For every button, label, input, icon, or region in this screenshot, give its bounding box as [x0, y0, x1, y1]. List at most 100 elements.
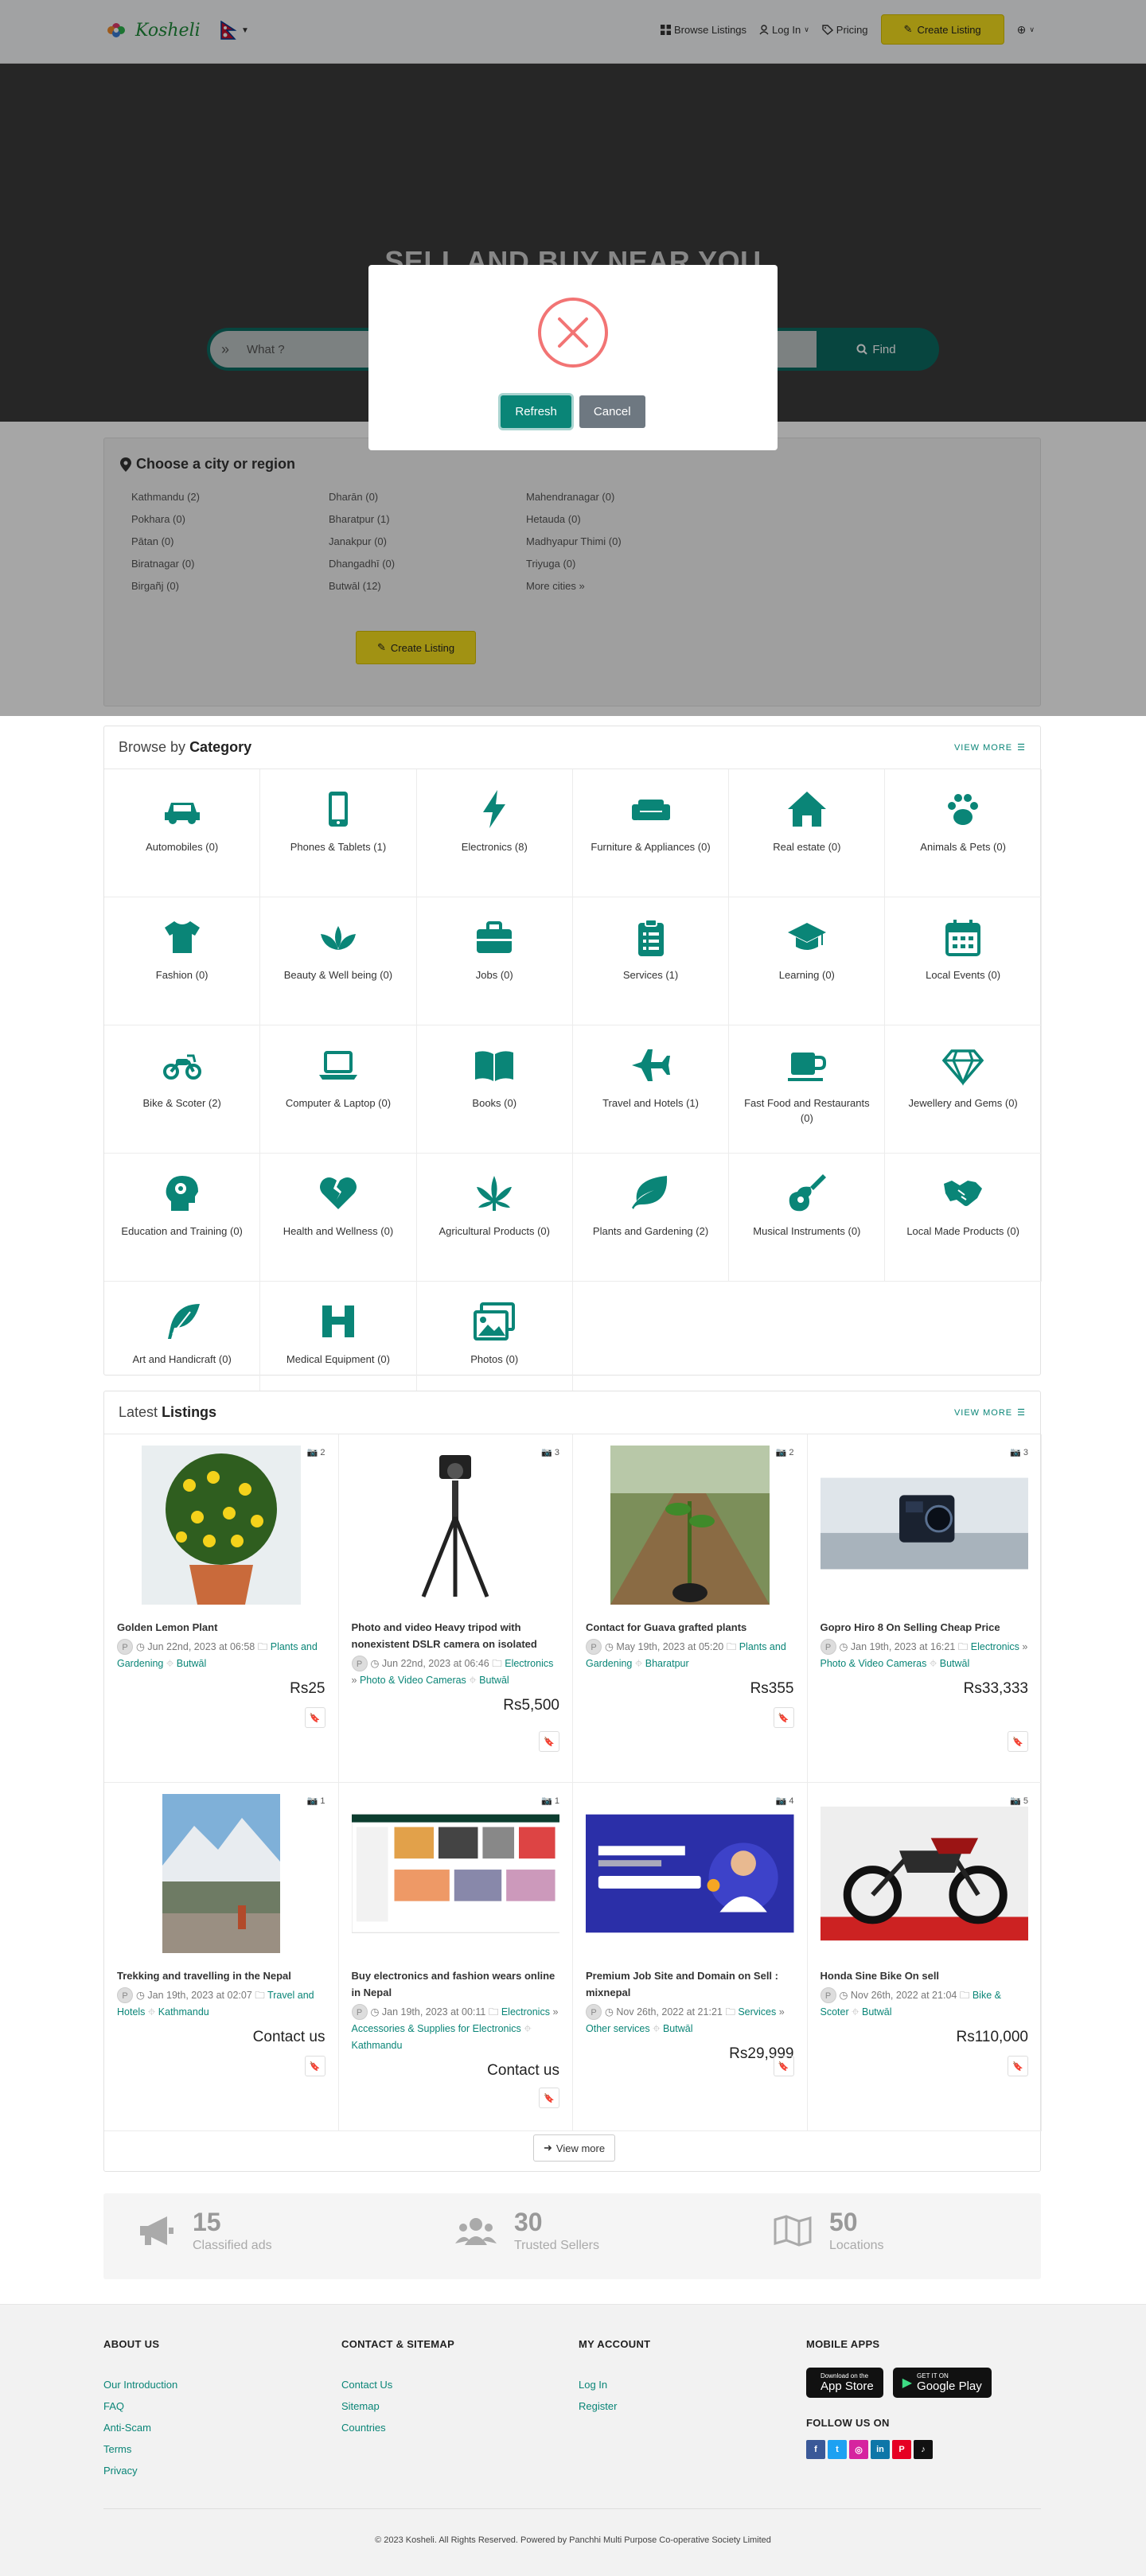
listing-subcategory-link[interactable]: Photo & Video Cameras — [360, 1675, 466, 1686]
listing-subcategory-link[interactable]: Accessories & Supplies for Electronics — [352, 2023, 521, 2034]
listing-title[interactable]: Golden Lemon Plant — [117, 1619, 325, 1636]
listing-image[interactable] — [352, 1446, 560, 1605]
listing-title[interactable]: Gopro Hiro 8 On Selling Cheap Price — [821, 1619, 1029, 1636]
footer-link[interactable]: FAQ — [103, 2395, 177, 2417]
listing-price: Rs5,500 — [503, 1697, 559, 1714]
category-tile[interactable]: Learning (0) — [729, 897, 886, 1025]
listing-category-link[interactable]: Electronics — [971, 1641, 1019, 1652]
cancel-button[interactable]: Cancel — [579, 395, 645, 428]
listings-view-more-link[interactable]: VIEW MORE ☰ — [954, 1407, 1026, 1418]
listing-image[interactable] — [351, 1794, 559, 1953]
listing-card[interactable]: 📷 2 Contact for Guava grafted plants P ◷ M… — [573, 1434, 808, 1783]
listing-image[interactable] — [586, 1446, 794, 1605]
category-view-more-link[interactable]: VIEW MORE ☰ — [954, 742, 1026, 753]
pinterest-icon[interactable]: P — [892, 2440, 911, 2459]
listing-location-link[interactable]: Kathmandu — [352, 2040, 403, 2051]
listing-location-link[interactable]: Bharatpur — [645, 1658, 689, 1669]
facebook-icon[interactable]: f — [806, 2440, 825, 2459]
listing-title[interactable]: Trekking and travelling in the Nepal — [117, 1967, 325, 1984]
listing-card[interactable]: 📷 1 Buy electronics and fashion wears onl… — [338, 1783, 573, 2131]
view-more-button[interactable]: ➜ View more — [533, 2134, 616, 2162]
listing-image[interactable] — [820, 1794, 1028, 1953]
category-tile[interactable]: Books (0) — [416, 1025, 573, 1154]
category-tile[interactable]: Electronics (8) — [416, 769, 573, 897]
listing-location-link[interactable]: Butwāl — [479, 1675, 509, 1686]
footer-link[interactable]: Sitemap — [341, 2395, 454, 2417]
listing-category-link[interactable]: Electronics — [501, 2006, 550, 2018]
listing-card[interactable]: 📷 3 Gopro Hiro 8 On Selling Cheap Price P… — [807, 1434, 1042, 1783]
listing-location-link[interactable]: Butwāl — [663, 2023, 693, 2034]
listing-location-link[interactable]: Butwāl — [940, 1658, 970, 1669]
category-tile[interactable]: Automobiles (0) — [104, 769, 261, 897]
category-tile[interactable]: Beauty & Well being (0) — [260, 897, 417, 1025]
google-play-badge[interactable]: ▶ GET IT ON Google Play — [892, 2368, 992, 2398]
category-tile[interactable]: Education and Training (0) — [104, 1154, 261, 1282]
listing-location-link[interactable]: Butwāl — [862, 2006, 892, 2018]
footer-link[interactable]: Terms — [103, 2438, 177, 2460]
listing-title[interactable]: Honda Sine Bike On sell — [821, 1967, 1029, 1984]
category-tile[interactable]: Jobs (0) — [416, 897, 573, 1025]
category-tile[interactable]: Musical Instruments (0) — [729, 1154, 886, 1282]
listing-title[interactable]: Buy electronics and fashion wears online… — [352, 1967, 560, 2001]
clock-icon: ◷ — [839, 1990, 848, 2001]
refresh-button[interactable]: Refresh — [501, 395, 571, 428]
bookmark-button[interactable]: 🔖 — [304, 2056, 325, 2076]
category-tile[interactable]: Local Events (0) — [885, 897, 1042, 1025]
footer-link[interactable]: Contact Us — [341, 2374, 454, 2395]
listing-category-link[interactable]: Electronics — [505, 1658, 553, 1669]
listing-card[interactable]: 📷 1 Trekking and travelling in the Nepal … — [104, 1783, 339, 2131]
footer-link[interactable]: Log In — [579, 2374, 650, 2395]
listing-subcategory-link[interactable]: Other services — [586, 2023, 650, 2034]
bookmark-button[interactable]: 🔖 — [1008, 2056, 1028, 2076]
listing-card[interactable]: 📷 3 Photo and video Heavy tripod with non… — [338, 1434, 573, 1783]
category-tile[interactable]: Animals & Pets (0) — [885, 769, 1042, 897]
listing-image[interactable] — [820, 1446, 1028, 1605]
listing-location-link[interactable]: Butwāl — [177, 1658, 207, 1669]
bookmark-button[interactable]: 🔖 — [539, 1731, 559, 1752]
listing-date: Jan 19th, 2023 at 02:07 — [147, 1990, 252, 2001]
listing-location-link[interactable]: Kathmandu — [158, 2006, 209, 2018]
bookmark-button[interactable]: 🔖 — [773, 2056, 794, 2076]
instagram-icon[interactable]: ◎ — [849, 2440, 868, 2459]
footer-link[interactable]: Privacy — [103, 2460, 177, 2481]
twitter-icon[interactable]: t — [828, 2440, 847, 2459]
listing-title[interactable]: Contact for Guava grafted plants — [586, 1619, 794, 1636]
listing-card[interactable]: 📷 2 Golden Lemon Plant P ◷ Jun 22nd, 2023 … — [104, 1434, 339, 1783]
listing-category-link[interactable]: Services — [738, 2006, 776, 2018]
listing-title[interactable]: Photo and video Heavy tripod with nonexi… — [352, 1619, 560, 1652]
listing-subcategory-link[interactable]: Photo & Video Cameras — [821, 1658, 927, 1669]
category-tile[interactable]: Real estate (0) — [729, 769, 886, 897]
listing-card[interactable]: 📷 5 Honda Sine Bike On sell P ◷ Nov 26th, … — [807, 1783, 1042, 2131]
bookmark-button[interactable]: 🔖 — [304, 1707, 325, 1728]
category-tile[interactable]: Plants and Gardening (2) — [572, 1154, 730, 1282]
cannabis-leaf-icon — [477, 1176, 513, 1211]
listing-image[interactable] — [117, 1794, 325, 1953]
category-tile[interactable]: Travel and Hotels (1) — [572, 1025, 730, 1154]
footer-link[interactable]: Our Introduction — [103, 2374, 177, 2395]
photo-count-badge: 📷 1 — [307, 1796, 325, 1807]
category-tile[interactable]: Local Made Products (0) — [885, 1154, 1042, 1282]
listing-title[interactable]: Premium Job Site and Domain on Sell : mi… — [586, 1967, 794, 2001]
footer-link[interactable]: Register — [579, 2395, 650, 2417]
listing-image[interactable] — [586, 1794, 794, 1953]
bookmark-button[interactable]: 🔖 — [773, 1707, 794, 1728]
listing-image[interactable] — [117, 1446, 325, 1605]
footer-link[interactable]: Countries — [341, 2417, 454, 2438]
footer-link[interactable]: Anti-Scam — [103, 2417, 177, 2438]
category-tile[interactable]: Services (1) — [572, 897, 730, 1025]
category-tile[interactable]: Computer & Laptop (0) — [260, 1025, 417, 1154]
bookmark-button[interactable]: 🔖 — [539, 2088, 559, 2108]
category-tile[interactable]: Health and Wellness (0) — [260, 1154, 417, 1282]
linkedin-icon[interactable]: in — [871, 2440, 890, 2459]
app-store-badge[interactable]: Download on the App Store — [806, 2368, 883, 2398]
category-tile[interactable]: Jewellery and Gems (0) — [885, 1025, 1042, 1154]
category-tile[interactable]: Phones & Tablets (1) — [260, 769, 417, 897]
listing-card[interactable]: 📷 4 Premium Job Site and Domain on Sell :… — [573, 1783, 808, 2131]
tiktok-icon[interactable]: ♪ — [914, 2440, 933, 2459]
category-tile[interactable]: Agricultural Products (0) — [416, 1154, 573, 1282]
category-tile[interactable]: Fashion (0) — [104, 897, 261, 1025]
category-tile[interactable]: Fast Food and Restaurants (0) — [729, 1025, 886, 1154]
category-tile[interactable]: Bike & Scoter (2) — [104, 1025, 261, 1154]
bookmark-button[interactable]: 🔖 — [1008, 1731, 1028, 1752]
category-tile[interactable]: Furniture & Appliances (0) — [572, 769, 730, 897]
